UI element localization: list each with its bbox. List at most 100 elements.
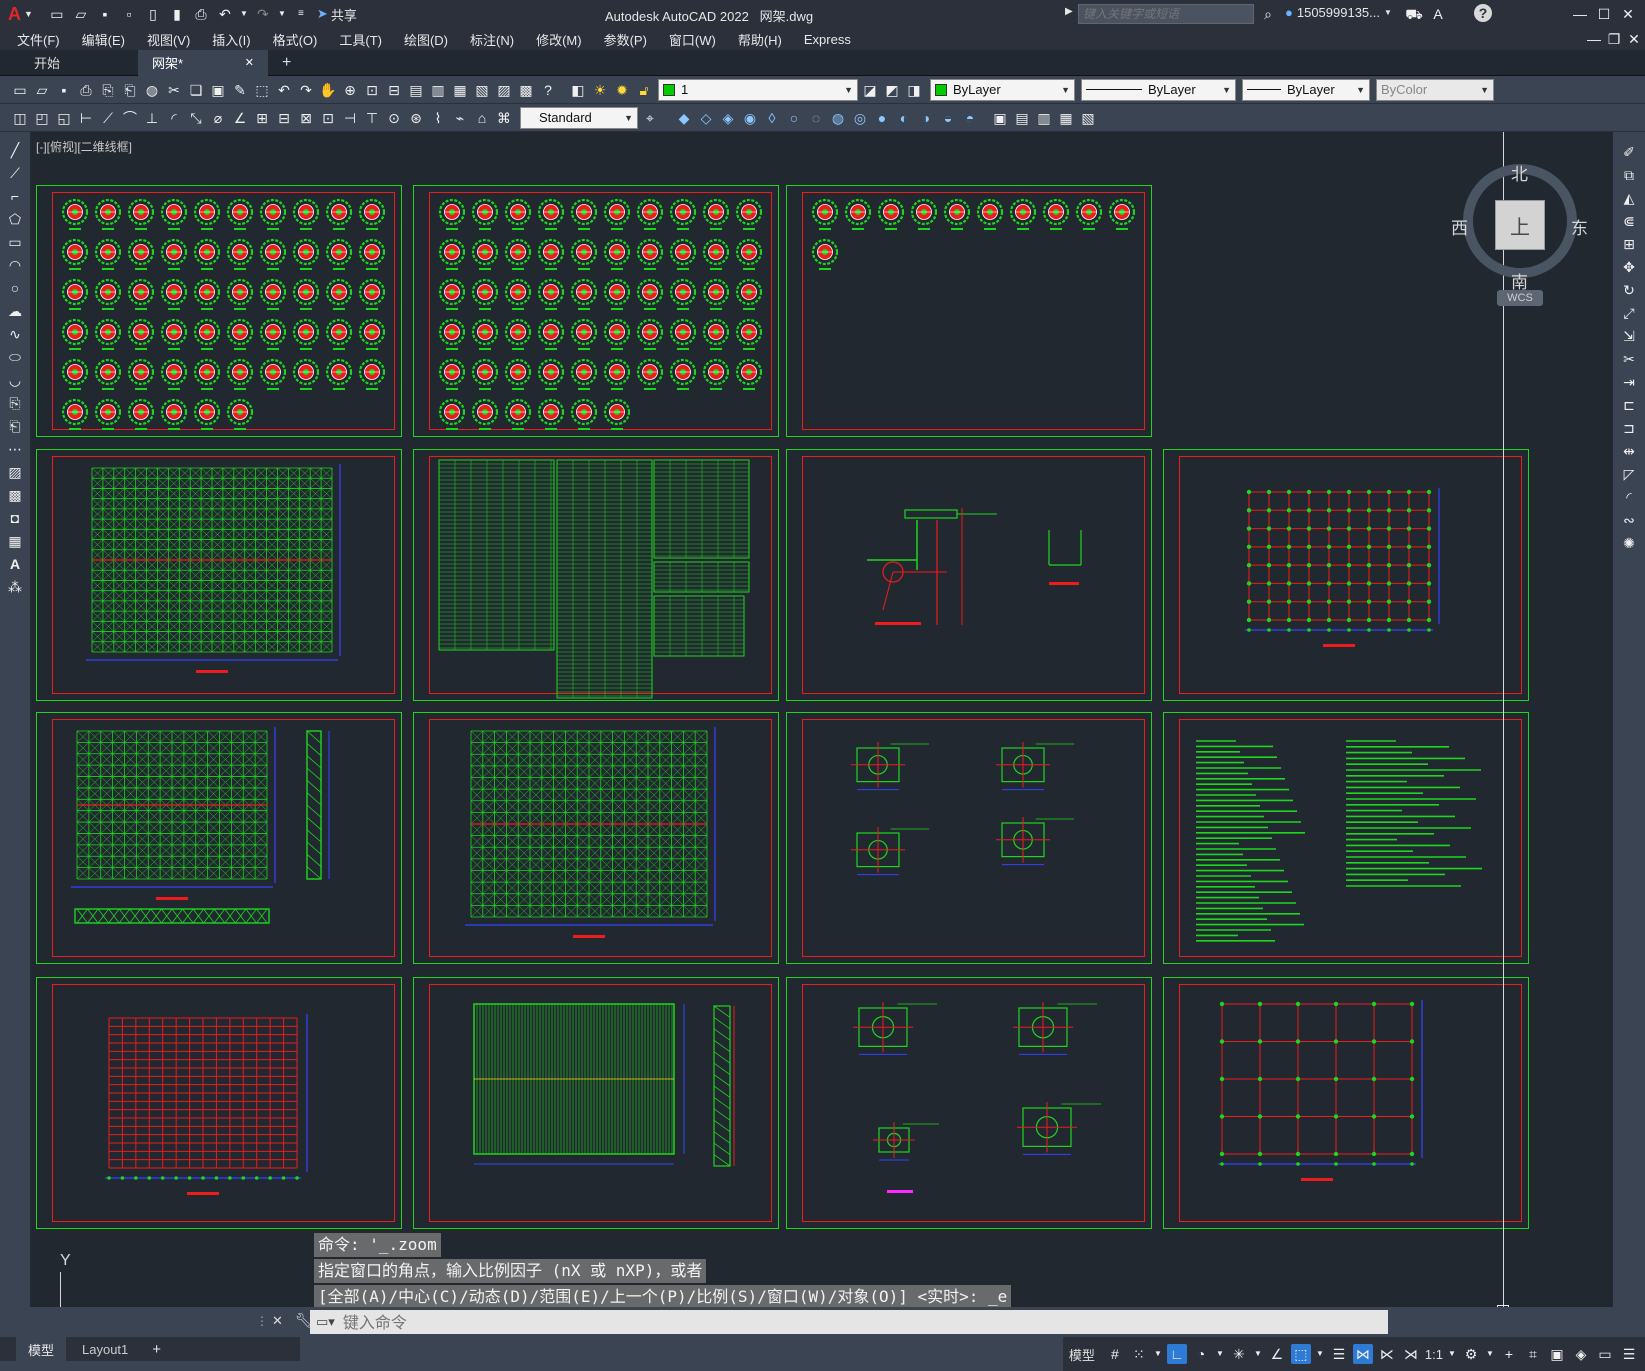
open-file-icon[interactable]: ▱ xyxy=(71,4,91,24)
insert-block-left-icon[interactable]: ⎘ xyxy=(5,393,25,413)
space-dim-icon[interactable]: ⊡ xyxy=(318,108,338,128)
layer-states-icon[interactable]: ◨ xyxy=(904,80,924,100)
spline-icon[interactable]: ∿ xyxy=(5,324,25,344)
cart-icon[interactable]: ⛟ xyxy=(1404,4,1424,24)
polygon-icon[interactable]: ⬠ xyxy=(5,209,25,229)
properties-icon[interactable]: ▤ xyxy=(406,80,426,100)
annotation-scale-dropdown-icon[interactable]: ▼ xyxy=(1447,1344,1457,1364)
isolate-objects-icon[interactable]: ◈ xyxy=(1571,1344,1591,1364)
insert-block-icon[interactable]: ◰ xyxy=(32,108,52,128)
view-left-icon[interactable]: ◈ xyxy=(718,108,738,128)
sheet-space-truss-plan[interactable] xyxy=(36,449,402,701)
dim-edit-icon[interactable]: ⌁ xyxy=(450,108,470,128)
baseline-dim-icon[interactable]: ⊟ xyxy=(274,108,294,128)
dimstyle-icon[interactable]: ◱ xyxy=(54,108,74,128)
inspect-dim-icon[interactable]: ⊛ xyxy=(406,108,426,128)
diameter-dim-icon[interactable]: ⌀ xyxy=(208,108,228,128)
viewport-icon[interactable]: ▣ xyxy=(990,108,1010,128)
shade-icon[interactable]: ◑ xyxy=(916,108,936,128)
search-icon[interactable]: ⌕ xyxy=(1258,4,1278,24)
blend-curves-icon[interactable]: ∾ xyxy=(1619,510,1639,530)
plot-icon[interactable]: ⎙ xyxy=(191,4,211,24)
mirror-icon[interactable]: ◭ xyxy=(1619,188,1639,208)
viewcube-top-face[interactable]: 上 xyxy=(1495,200,1545,250)
sheet-member-table[interactable] xyxy=(413,449,779,701)
jogged-linear-icon[interactable]: ⌇ xyxy=(428,108,448,128)
table-icon[interactable]: ▦ xyxy=(5,531,25,551)
block-icon[interactable]: ◫ xyxy=(10,108,30,128)
tab-model[interactable]: 模型 xyxy=(16,1336,67,1362)
annotation-scale-value[interactable]: 1:1 xyxy=(1425,1347,1443,1362)
make-block-icon[interactable]: ⎗ xyxy=(5,416,25,436)
revcloud-icon[interactable]: ☁ xyxy=(5,301,25,321)
new-tab-button[interactable]: + xyxy=(268,50,305,76)
model-space-button[interactable]: 模型 xyxy=(1063,1345,1101,1364)
plot-preview-icon[interactable]: ⎘ xyxy=(98,80,118,100)
explode-icon[interactable]: ✺ xyxy=(1619,533,1639,553)
share-button[interactable]: ➤ 共享 xyxy=(317,5,357,24)
undo-toolbar-icon[interactable]: ↶ xyxy=(274,80,294,100)
customize-qat-icon[interactable]: ≡ xyxy=(291,4,311,24)
polar-icon[interactable]: ◔ xyxy=(1191,1344,1211,1364)
save-web-icon[interactable]: ▮ xyxy=(167,4,187,24)
view-sw-icon[interactable]: ◌ xyxy=(806,108,826,128)
doc-minimize-icon[interactable]: — xyxy=(1584,29,1604,49)
publish-icon[interactable]: ⎗ xyxy=(120,80,140,100)
workspace-gear-icon[interactable]: ⚙ xyxy=(1461,1344,1481,1364)
sheet-top-chord-plan[interactable] xyxy=(413,712,779,964)
command-input[interactable] xyxy=(334,1312,1388,1332)
menu-tools[interactable]: 工具(T) xyxy=(328,30,393,49)
view-bottom-icon[interactable]: ○ xyxy=(784,108,804,128)
fillet-icon[interactable]: ◜ xyxy=(1619,487,1639,507)
sheet-column-grid[interactable] xyxy=(1163,977,1529,1229)
sheet-truss-elevation[interactable] xyxy=(36,712,402,964)
sheet-roof-panel-plan[interactable] xyxy=(413,977,779,1229)
zoom-previous-icon[interactable]: ⊟ xyxy=(384,80,404,100)
view-top-icon[interactable]: ◊ xyxy=(762,108,782,128)
orbit-icon[interactable]: ◒ xyxy=(938,108,958,128)
menu-file[interactable]: 文件(F) xyxy=(6,30,71,49)
undo-icon[interactable]: ↶ xyxy=(215,4,235,24)
linear-dim-icon[interactable]: ⊢ xyxy=(76,108,96,128)
make-current-layer-icon[interactable]: ◪ xyxy=(860,80,880,100)
redo-icon[interactable]: ↷ xyxy=(253,4,273,24)
viewcube[interactable]: 北 南 西 东 上 WCS xyxy=(1445,152,1595,306)
user-account-button[interactable]: ● 1505999135... ▼ xyxy=(1285,5,1392,20)
sheet-design-notes[interactable] xyxy=(1163,712,1529,964)
close-window-icon[interactable]: ✕ xyxy=(1618,4,1638,24)
match-properties-icon[interactable]: ✎ xyxy=(230,80,250,100)
open-icon[interactable]: ▱ xyxy=(32,80,52,100)
annotation-visibility-icon[interactable]: ⋈ xyxy=(1352,1344,1373,1364)
close-tab-icon[interactable]: ✕ xyxy=(245,56,254,69)
pan-icon[interactable]: ✋ xyxy=(318,80,338,100)
erase-icon[interactable]: ✐ xyxy=(1619,142,1639,162)
graphics-performance-icon[interactable]: ▭ xyxy=(1595,1344,1615,1364)
offset-icon[interactable]: ⋐ xyxy=(1619,211,1639,231)
sheet-bearing-details[interactable] xyxy=(786,712,1152,964)
add-selected-icon[interactable]: ⁂ xyxy=(5,577,25,597)
globe-icon[interactable]: ◍ xyxy=(142,80,162,100)
extend-icon[interactable]: ⇥ xyxy=(1619,372,1639,392)
camera-icon[interactable]: ▥ xyxy=(1034,108,1054,128)
polyline-icon[interactable]: ⌐ xyxy=(5,186,25,206)
viewcube-east[interactable]: 东 xyxy=(1571,214,1588,239)
markup-icon[interactable]: ▨ xyxy=(494,80,514,100)
gradient-icon[interactable]: ▩ xyxy=(5,485,25,505)
snap-icon[interactable]: ⁙ xyxy=(1129,1344,1149,1364)
menu-modify[interactable]: 修改(M) xyxy=(525,30,593,49)
doc-close-icon[interactable]: ✕ xyxy=(1624,29,1644,49)
clean-screen-icon[interactable]: ☰ xyxy=(1619,1344,1639,1364)
block-editor-icon[interactable]: ⬚ xyxy=(252,80,272,100)
jogged-dim-icon[interactable]: ⤡ xyxy=(186,108,206,128)
annotation-scale-icon[interactable]: ⋊ xyxy=(1401,1344,1421,1364)
scale-icon[interactable]: ⤢ xyxy=(1619,303,1639,323)
view-front-icon[interactable]: ◆ xyxy=(674,108,694,128)
drawing-area[interactable]: [-][俯视][二维线框] 北 南 西 东 上 WCS Y 命令: '_.zoo… xyxy=(30,132,1613,1307)
sheet-gutter-detail[interactable] xyxy=(786,449,1152,701)
calculator-icon[interactable]: ▩ xyxy=(516,80,536,100)
lineweight-dropdown[interactable]: ByLayer ▼ xyxy=(1242,78,1370,101)
search-expand-icon[interactable]: ▶ xyxy=(1065,6,1073,17)
sheet-support-layout[interactable] xyxy=(1163,449,1529,701)
text-style-dropdown[interactable]: Standard ▼ xyxy=(520,106,638,129)
move-icon[interactable]: ✥ xyxy=(1619,257,1639,277)
